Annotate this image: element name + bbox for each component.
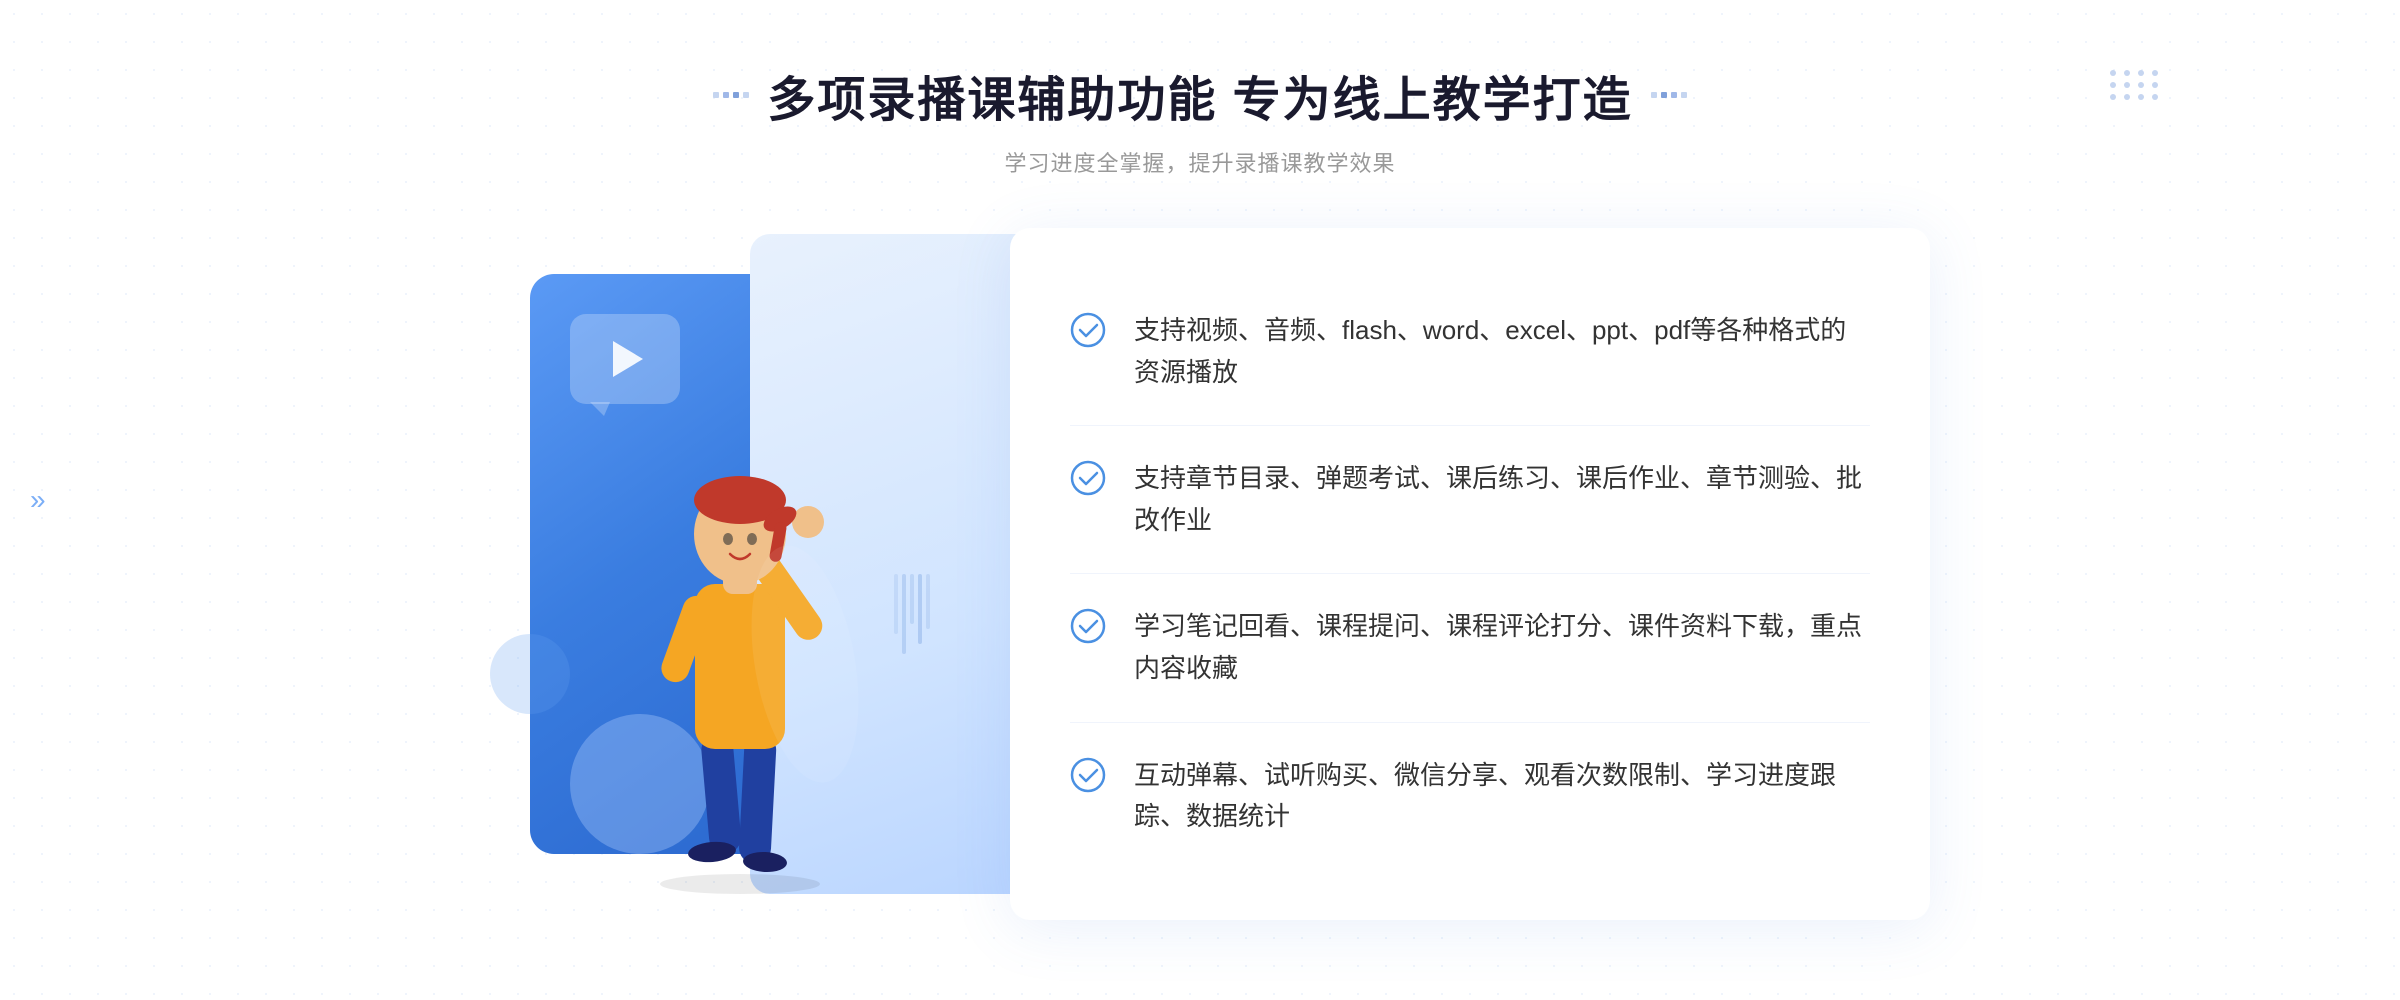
page-title: 多项录播课辅助功能 专为线上教学打造 <box>767 60 1632 130</box>
check-circle-icon <box>1070 312 1106 348</box>
title-row: 多项录播课辅助功能 专为线上教学打造 <box>713 60 1686 130</box>
play-icon <box>613 341 643 377</box>
striped-decoration <box>894 574 930 654</box>
feature-text: 支持章节目录、弹题考试、课后练习、课后作业、章节测验、批改作业 <box>1134 458 1870 541</box>
feature-item: 支持视频、音频、flash、word、excel、ppt、pdf等各种格式的资源… <box>1070 278 1870 426</box>
check-circle-icon <box>1070 460 1106 496</box>
feature-text: 学习笔记回看、课程提问、课程评论打分、课件资料下载，重点内容收藏 <box>1134 606 1870 689</box>
check-circle-icon <box>1070 757 1106 793</box>
chevron-right-icon: » <box>30 484 46 516</box>
feature-item: 支持章节目录、弹题考试、课后练习、课后作业、章节测验、批改作业 <box>1070 426 1870 574</box>
features-panel: 支持视频、音频、flash、word、excel、ppt、pdf等各种格式的资源… <box>1010 228 1930 920</box>
illustration-wrapper <box>470 234 1070 914</box>
feature-item: 互动弹幕、试听购买、微信分享、观看次数限制、学习进度跟踪、数据统计 <box>1070 723 1870 870</box>
left-chevrons-decoration: » <box>30 484 46 516</box>
circle-decoration-small <box>490 634 570 714</box>
check-circle-icon <box>1070 608 1106 644</box>
feature-text: 支持视频、音频、flash、word、excel、ppt、pdf等各种格式的资源… <box>1134 310 1870 393</box>
person-illustration <box>610 374 870 894</box>
title-right-decoration <box>1651 92 1687 98</box>
main-content: 支持视频、音频、flash、word、excel、ppt、pdf等各种格式的资源… <box>400 228 2000 920</box>
title-left-decoration <box>713 92 749 98</box>
page-container: » 多项录播课辅助功能 专为线上教学打造 学习进度全掌握，提升录播课教学效果 <box>0 0 2400 1000</box>
page-subtitle: 学习进度全掌握，提升录播课教学效果 <box>713 146 1686 178</box>
header-section: 多项录播课辅助功能 专为线上教学打造 学习进度全掌握，提升录播课教学效果 <box>713 60 1686 178</box>
top-right-decoration <box>2110 70 2160 100</box>
feature-item: 学习笔记回看、课程提问、课程评论打分、课件资料下载，重点内容收藏 <box>1070 574 1870 722</box>
feature-text: 互动弹幕、试听购买、微信分享、观看次数限制、学习进度跟踪、数据统计 <box>1134 755 1870 838</box>
